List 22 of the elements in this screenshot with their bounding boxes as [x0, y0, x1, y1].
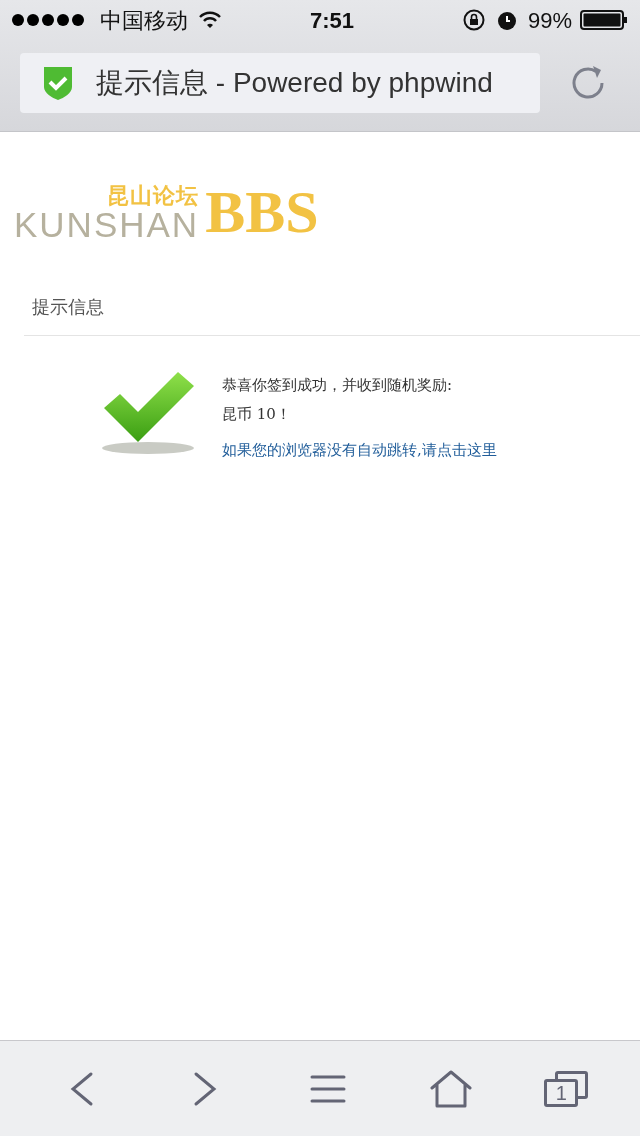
address-bar[interactable]: 提示信息 - Powered by phpwind	[20, 53, 540, 113]
carrier-name: 中国移动	[100, 6, 188, 35]
battery-icon	[580, 10, 628, 30]
clock-time: 7:51	[309, 6, 354, 35]
checkmark-icon	[100, 370, 196, 456]
page-title: 提示信息 - Powered by phpwind	[96, 66, 493, 100]
rotation-lock-icon	[461, 8, 486, 32]
battery-percent: 99%	[527, 6, 572, 35]
logo-chinese: 昆山论坛	[107, 185, 200, 207]
wifi-icon	[198, 11, 222, 29]
home-icon	[430, 1069, 473, 1108]
success-message: 恭喜你签到成功，并收到随机奖励:	[222, 375, 454, 396]
reward-text: 昆币 10！	[222, 403, 292, 425]
logo-mark: BBS	[205, 182, 319, 242]
panel-heading: 提示信息	[32, 297, 104, 317]
menu-icon	[309, 1074, 346, 1103]
chevron-left-icon	[69, 1070, 94, 1107]
alarm-icon	[495, 9, 518, 31]
shield-check-icon	[42, 65, 74, 101]
redirect-link[interactable]: 如果您的浏览器没有自动跳转,请点击这里	[222, 439, 497, 462]
logo-latin: KUNSHAN	[14, 207, 200, 242]
chevron-right-icon	[192, 1070, 217, 1107]
